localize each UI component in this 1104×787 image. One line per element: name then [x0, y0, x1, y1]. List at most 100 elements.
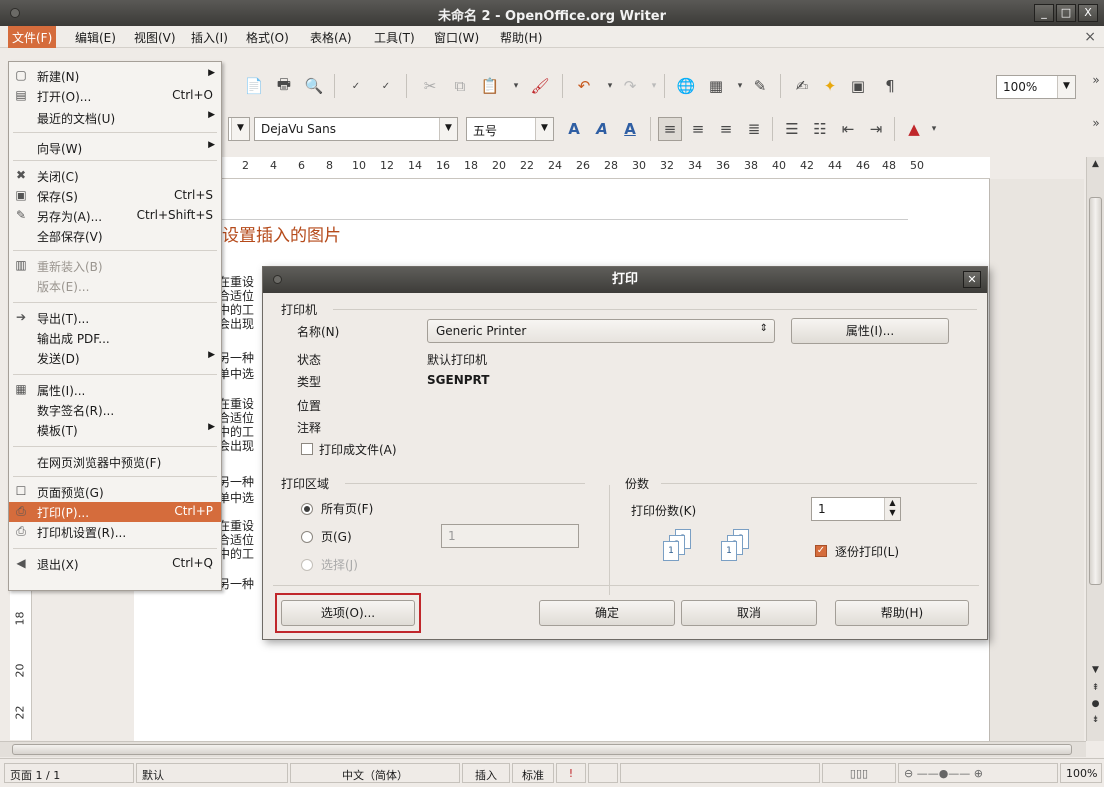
file-menu-item[interactable]: 版本(E)...	[9, 276, 221, 296]
autospellcheck-icon[interactable]: ✓	[374, 74, 398, 98]
page-indicator[interactable]: 页面 1 / 1	[4, 763, 134, 783]
paste-icon[interactable]: 📋	[478, 74, 502, 98]
selection-mode[interactable]: 标准	[512, 763, 554, 783]
horizontal-ruler[interactable]: 2 4 6 8 10 12 14 16 18 20 22 24 26 28 30…	[222, 157, 990, 179]
file-menu-item[interactable]: ▥ 重新装入(B)	[9, 256, 221, 276]
table-icon[interactable]: ▦	[704, 74, 728, 98]
copy-icon[interactable]: ⧉	[448, 74, 472, 98]
pages-input[interactable]: 1	[441, 524, 579, 548]
clone-formatting-icon[interactable]: 🖌	[528, 74, 552, 98]
italic-icon[interactable]: A	[590, 117, 614, 141]
font-name-combo[interactable]: DejaVu Sans ▼	[254, 117, 458, 141]
hyperlink-icon[interactable]: 🌐	[674, 74, 698, 98]
menu-help[interactable]: 帮助(H)	[500, 29, 542, 46]
close-window-button[interactable]: X	[1078, 4, 1098, 22]
pages-label[interactable]: 页(G)	[321, 528, 352, 545]
file-menu-item[interactable]: ▦ 属性(I)...	[9, 380, 221, 400]
file-menu-item[interactable]: ▤ 打开(O)... Ctrl+O	[9, 86, 221, 106]
ok-button[interactable]: 确定	[539, 600, 675, 626]
print-icon[interactable]: 🖶	[272, 74, 296, 98]
file-menu-item[interactable]: ☐ 页面预览(G)	[9, 482, 221, 502]
copies-input[interactable]: 1 ▲ ▼	[811, 497, 901, 521]
cut-icon[interactable]: ✂	[418, 74, 442, 98]
chevron-down-icon[interactable]: ▼	[231, 118, 249, 140]
file-menu-item[interactable]: 模板(T) ▶	[9, 420, 221, 440]
selection-label[interactable]: 选择(J)	[321, 556, 358, 573]
menu-tools[interactable]: 工具(T)	[374, 29, 415, 46]
digital-signature-icon[interactable]	[588, 763, 618, 783]
zoom-percent[interactable]: 100%	[1060, 763, 1102, 783]
maximize-button[interactable]: □	[1056, 4, 1076, 22]
style-combo-arrow[interactable]: ▼	[228, 117, 250, 141]
print-to-file-checkbox[interactable]	[301, 443, 313, 455]
spin-buttons-icon[interactable]: ▲ ▼	[884, 498, 900, 520]
justify-icon[interactable]: ≣	[742, 117, 766, 141]
chevron-down-icon[interactable]: ▼	[439, 118, 457, 140]
chevron-down-icon[interactable]: ▼	[1057, 76, 1075, 98]
spellcheck-icon[interactable]: ✓	[344, 74, 368, 98]
file-menu-item[interactable]: ✎ 另存为(A)... Ctrl+Shift+S	[9, 206, 221, 226]
increase-indent-icon[interactable]: ⇥	[864, 117, 888, 141]
redo-dropdown-icon[interactable]: ▾	[642, 74, 666, 98]
menu-edit[interactable]: 编辑(E)	[75, 29, 116, 46]
horizontal-scrollbar[interactable]	[0, 741, 1086, 757]
scroll-thumb[interactable]	[1089, 197, 1102, 585]
menu-format[interactable]: 格式(O)	[246, 29, 289, 46]
zoom-slider[interactable]: ⊖ ——●—— ⊕	[898, 763, 1058, 783]
navigation-icon[interactable]: ●	[1089, 699, 1102, 711]
zoom-combo[interactable]: 100% ▼	[996, 75, 1076, 99]
language-indicator[interactable]: 中文（简体）	[290, 763, 460, 783]
file-menu-item[interactable]: ✖ 关闭(C)	[9, 166, 221, 186]
file-menu-item[interactable]: 数字签名(R)...	[9, 400, 221, 420]
file-menu-item[interactable]: 输出成 PDF...	[9, 328, 221, 348]
all-pages-label[interactable]: 所有页(F)	[321, 500, 373, 517]
menu-window[interactable]: 窗口(W)	[434, 29, 479, 46]
scroll-down-icon[interactable]: ▼	[1089, 665, 1102, 677]
file-menu-item[interactable]: ⎙ 打印(P)... Ctrl+P	[9, 502, 221, 522]
align-left-icon[interactable]: ≡	[658, 117, 682, 141]
help-button[interactable]: 帮助(H)	[835, 600, 969, 626]
undo-icon[interactable]: ↶	[572, 74, 596, 98]
chevron-down-icon[interactable]: ▼	[535, 118, 553, 140]
align-center-icon[interactable]: ≡	[686, 117, 710, 141]
collate-label[interactable]: 逐份打印(L)	[835, 543, 899, 560]
printer-name-select[interactable]: Generic Printer ⇕	[427, 319, 775, 343]
view-layout-icon[interactable]: ▯▯▯	[822, 763, 896, 783]
next-page-icon[interactable]: ⇟	[1089, 715, 1102, 727]
font-color-dropdown-icon[interactable]: ▾	[922, 117, 946, 141]
bullets-icon[interactable]: ☷	[808, 117, 832, 141]
redo-icon[interactable]: ↷	[618, 74, 642, 98]
more-tools-icon[interactable]: »	[1084, 68, 1104, 92]
decrease-indent-icon[interactable]: ⇤	[836, 117, 860, 141]
file-menu-item[interactable]: ◀ 退出(X) Ctrl+Q	[9, 554, 221, 574]
scroll-up-icon[interactable]: ▲	[1089, 159, 1102, 171]
file-menu-item[interactable]: ➔ 导出(T)...	[9, 308, 221, 328]
dialog-menu-icon[interactable]	[273, 275, 282, 284]
paste-dropdown-icon[interactable]: ▾	[504, 74, 528, 98]
menu-file[interactable]: 文件(F)	[8, 26, 57, 48]
insert-mode[interactable]: 插入	[462, 763, 510, 783]
formatting-marks-icon[interactable]: ¶	[878, 74, 902, 98]
print-to-file-label[interactable]: 打印成文件(A)	[319, 441, 397, 458]
close-document-icon[interactable]: ×	[1084, 29, 1096, 45]
cancel-button[interactable]: 取消	[681, 600, 817, 626]
pages-radio[interactable]	[301, 531, 313, 543]
find-replace-icon[interactable]: ✍	[790, 74, 814, 98]
align-right-icon[interactable]: ≡	[714, 117, 738, 141]
document-modified-icon[interactable]: !	[556, 763, 586, 783]
collate-checkbox[interactable]: ✓	[815, 545, 827, 557]
pdf-export-icon[interactable]: 📄	[242, 74, 266, 98]
menu-view[interactable]: 视图(V)	[134, 29, 176, 46]
show-draw-functions-icon[interactable]: ✎	[748, 74, 772, 98]
menu-insert[interactable]: 插入(I)	[191, 29, 228, 46]
file-menu-item[interactable]: 发送(D) ▶	[9, 348, 221, 368]
file-menu-item[interactable]: 全部保存(V)	[9, 226, 221, 246]
all-pages-radio[interactable]	[301, 503, 313, 515]
previous-page-icon[interactable]: ⇞	[1089, 683, 1102, 695]
properties-button[interactable]: 属性(I)...	[791, 318, 949, 344]
navigator-icon[interactable]: ✦	[818, 74, 842, 98]
file-menu-item[interactable]: ⎙ 打印机设置(R)...	[9, 522, 221, 542]
more-formatting-icon[interactable]: »	[1084, 111, 1104, 135]
file-menu-item[interactable]: 向导(W) ▶	[9, 138, 221, 158]
file-menu-item[interactable]: 在网页浏览器中预览(F)	[9, 452, 221, 472]
